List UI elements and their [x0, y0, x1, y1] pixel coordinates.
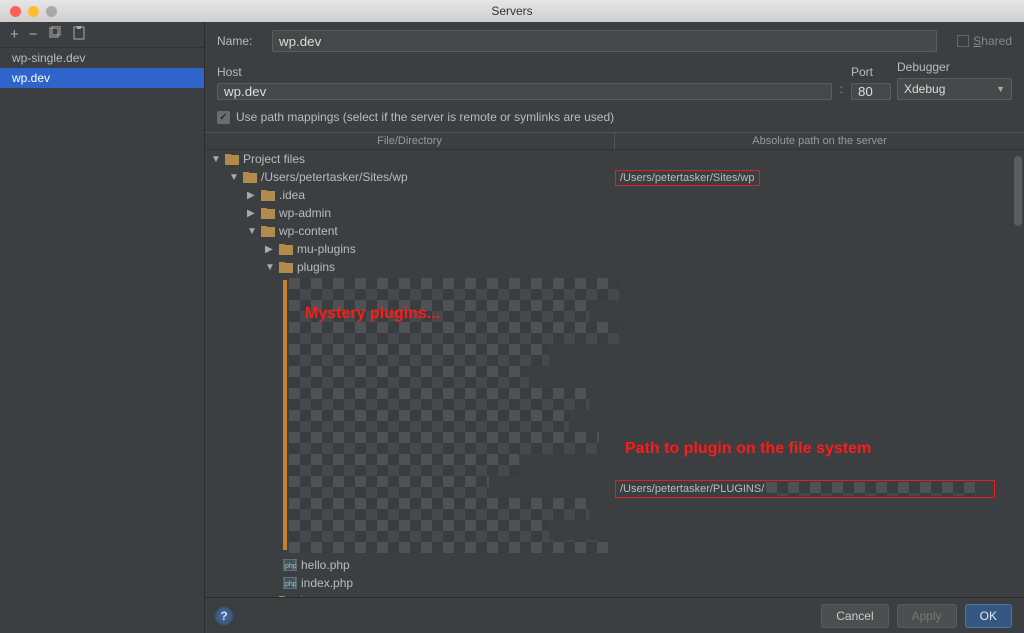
- chevron-right-icon[interactable]: ▶: [247, 208, 257, 219]
- port-field[interactable]: [851, 83, 891, 100]
- abs-path-2[interactable]: /Users/petertasker/PLUGINS/: [615, 480, 995, 498]
- folder-icon: [225, 154, 239, 165]
- folder-icon: [261, 190, 275, 201]
- host-field[interactable]: [217, 83, 832, 100]
- tree-hello: hello.php: [301, 558, 350, 572]
- selection-bar: [283, 280, 287, 550]
- tree-wpcontent: wp-content: [279, 224, 338, 238]
- tree-root: Project files: [243, 152, 305, 166]
- php-file-icon: php: [283, 559, 297, 571]
- copy-icon[interactable]: [48, 26, 62, 43]
- cancel-button[interactable]: Cancel: [821, 604, 888, 628]
- name-field[interactable]: [272, 30, 937, 52]
- col-file-dir: File/Directory: [205, 133, 615, 149]
- chevron-down-icon[interactable]: ▼: [229, 172, 239, 183]
- folder-icon: [279, 244, 293, 255]
- debugger-label: Debugger: [897, 60, 1012, 74]
- paste-icon[interactable]: [72, 26, 86, 43]
- server-list: wp-single.dev wp.dev: [0, 48, 204, 633]
- sidebar-item-wp-single[interactable]: wp-single.dev: [0, 48, 204, 68]
- svg-text:php: php: [285, 581, 297, 588]
- path-mapping-tree[interactable]: ▼ Project files ▼ /Users/petertasker/Sit…: [205, 150, 1024, 597]
- remove-icon[interactable]: −: [29, 26, 38, 43]
- annotation-pathnote: Path to plugin on the file system: [625, 440, 871, 458]
- folder-icon: [279, 262, 293, 273]
- abs-path-1[interactable]: /Users/petertasker/Sites/wp: [615, 170, 760, 186]
- port-label: Port: [851, 65, 891, 79]
- tree-idea: .idea: [279, 188, 305, 202]
- folder-icon: [261, 208, 275, 219]
- help-icon[interactable]: ?: [215, 607, 233, 625]
- php-file-icon: php: [283, 577, 297, 589]
- window-title: Servers: [0, 4, 1024, 18]
- sidebar-item-wp-dev[interactable]: wp.dev: [0, 68, 204, 88]
- folder-icon: [261, 226, 275, 237]
- tree-plugins: plugins: [297, 260, 335, 274]
- tree-path: /Users/petertasker/Sites/wp: [261, 170, 408, 184]
- svg-text:php: php: [285, 563, 297, 570]
- titlebar: Servers: [0, 0, 1024, 22]
- debugger-select[interactable]: Xdebug ▼: [897, 78, 1012, 100]
- ok-button[interactable]: OK: [965, 604, 1012, 628]
- pathmap-checkbox[interactable]: ✓: [217, 111, 230, 124]
- shared-checkbox[interactable]: Shared: [957, 34, 1012, 48]
- chevron-down-icon[interactable]: ▼: [211, 154, 221, 165]
- add-icon[interactable]: +: [10, 26, 19, 43]
- tree-wpadmin: wp-admin: [279, 206, 331, 220]
- pathmap-label: Use path mappings (select if the server …: [236, 110, 614, 124]
- col-abs-path: Absolute path on the server: [615, 133, 1024, 149]
- annotation-mystery: Mystery plugins...: [305, 305, 440, 323]
- chevron-down-icon: ▼: [996, 84, 1005, 94]
- host-label: Host: [217, 65, 832, 79]
- chevron-down-icon[interactable]: ▼: [247, 226, 257, 237]
- scrollbar[interactable]: [1014, 156, 1022, 226]
- tree-index: index.php: [301, 576, 353, 590]
- sidebar-toolbar: + −: [0, 22, 204, 48]
- chevron-right-icon[interactable]: ▶: [247, 190, 257, 201]
- apply-button[interactable]: Apply: [897, 604, 957, 628]
- folder-icon: [243, 172, 257, 183]
- name-label: Name:: [217, 34, 262, 48]
- chevron-down-icon[interactable]: ▼: [265, 262, 275, 273]
- table-header: File/Directory Absolute path on the serv…: [205, 132, 1024, 150]
- tree-muplugins: mu-plugins: [297, 242, 356, 256]
- chevron-right-icon[interactable]: ▶: [265, 244, 275, 255]
